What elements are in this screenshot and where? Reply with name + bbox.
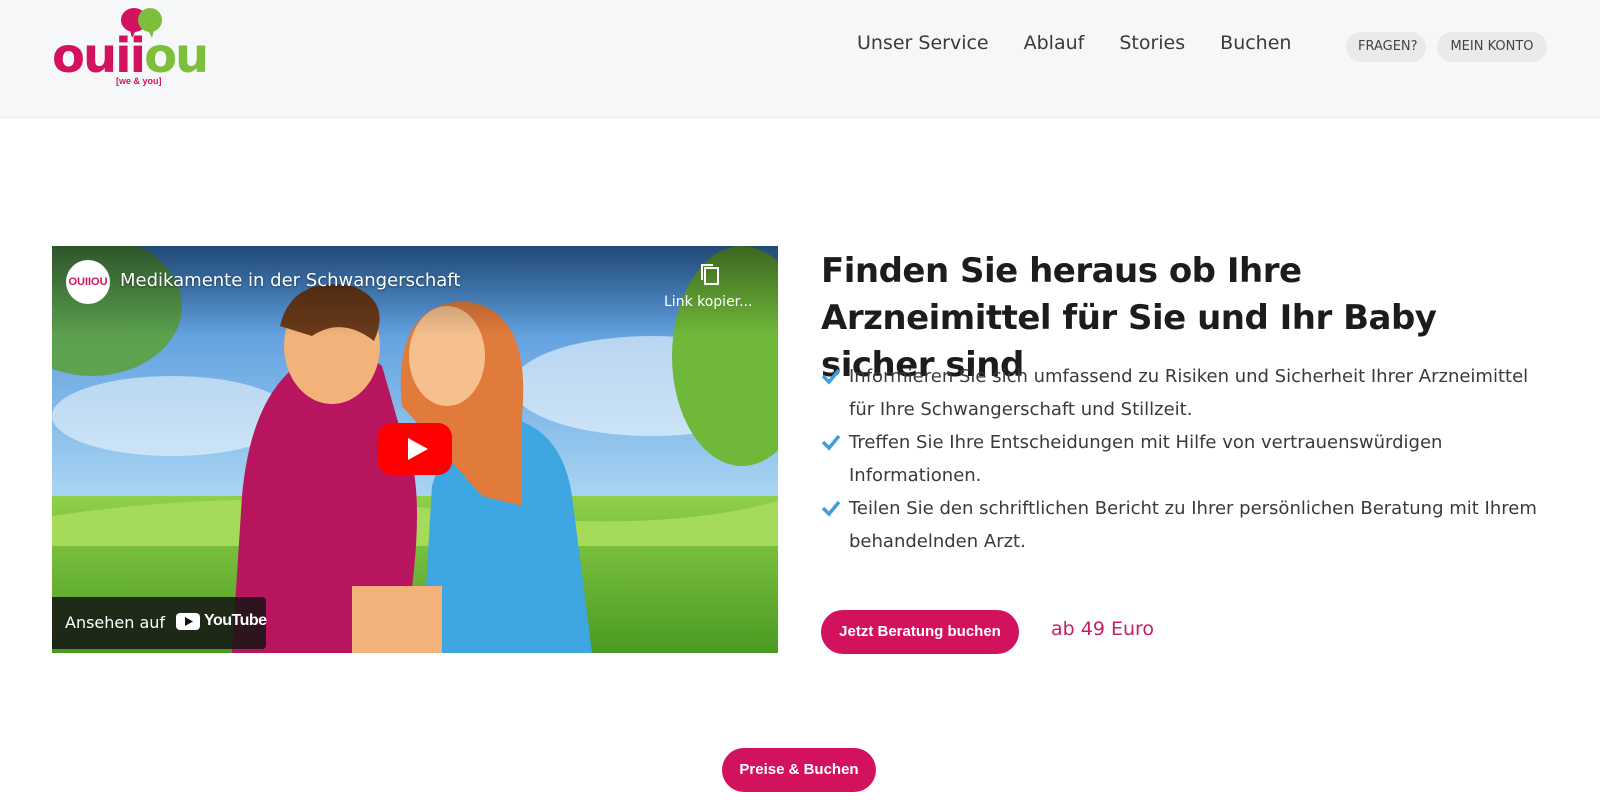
main-nav: Unser Service Ablauf Stories Buchen: [857, 32, 1291, 54]
copy-link-label[interactable]: Link kopier...: [664, 294, 753, 310]
logo-tagline: [we & you]: [116, 76, 162, 86]
book-consultation-button[interactable]: Jetzt Beratung buchen: [821, 610, 1019, 654]
my-account-button[interactable]: MEIN KONTO: [1437, 32, 1547, 62]
copy-link-icon[interactable]: [698, 262, 722, 288]
feature-text: Treffen Sie Ihre Entscheidungen mit Hilf…: [849, 432, 1443, 486]
watch-on-label: Ansehen auf: [65, 613, 166, 632]
nav-item-ablauf[interactable]: Ablauf: [1024, 32, 1085, 54]
youtube-video-embed[interactable]: OUIIOU Medikamente in der Schwangerschaf…: [52, 246, 778, 653]
feature-text: Informieren Sie sich umfassend zu Risike…: [849, 366, 1529, 420]
prices-booking-button[interactable]: Preise & Buchen: [722, 748, 876, 792]
nav-item-buchen[interactable]: Buchen: [1220, 32, 1291, 54]
site-header: ouiiou [we & you] Unser Service Ablauf S…: [0, 0, 1600, 118]
play-button-icon[interactable]: [378, 423, 452, 475]
list-item: Treffen Sie Ihre Entscheidungen mit Hilf…: [821, 426, 1551, 492]
list-item: Teilen Sie den schriftlichen Bericht zu …: [821, 492, 1551, 558]
video-title[interactable]: Medikamente in der Schwangerschaft: [120, 270, 460, 291]
youtube-play-icon: [176, 612, 200, 630]
checkmark-icon: [821, 500, 841, 517]
feature-text: Teilen Sie den schriftlichen Bericht zu …: [849, 498, 1537, 552]
watch-on-youtube-button[interactable]: Ansehen auf YouTube: [52, 597, 267, 649]
questions-button[interactable]: FRAGEN?: [1346, 32, 1426, 62]
ouiiou-logo[interactable]: ouiiou [we & you]: [52, 4, 232, 88]
list-item: Informieren Sie sich umfassend zu Risike…: [821, 360, 1551, 426]
channel-avatar[interactable]: OUIIOU: [66, 260, 110, 304]
nav-item-unser-service[interactable]: Unser Service: [857, 32, 989, 54]
logo-wordmark: ouiiou: [52, 28, 209, 84]
feature-list: Informieren Sie sich umfassend zu Risike…: [821, 360, 1551, 558]
youtube-wordmark: YouTube: [204, 612, 267, 629]
price-label: ab 49 Euro: [1051, 618, 1155, 640]
checkmark-icon: [821, 434, 841, 451]
video-title-bar: [52, 246, 778, 336]
checkmark-icon: [821, 368, 841, 385]
youtube-logo: YouTube: [176, 612, 267, 630]
nav-item-stories[interactable]: Stories: [1119, 32, 1185, 54]
